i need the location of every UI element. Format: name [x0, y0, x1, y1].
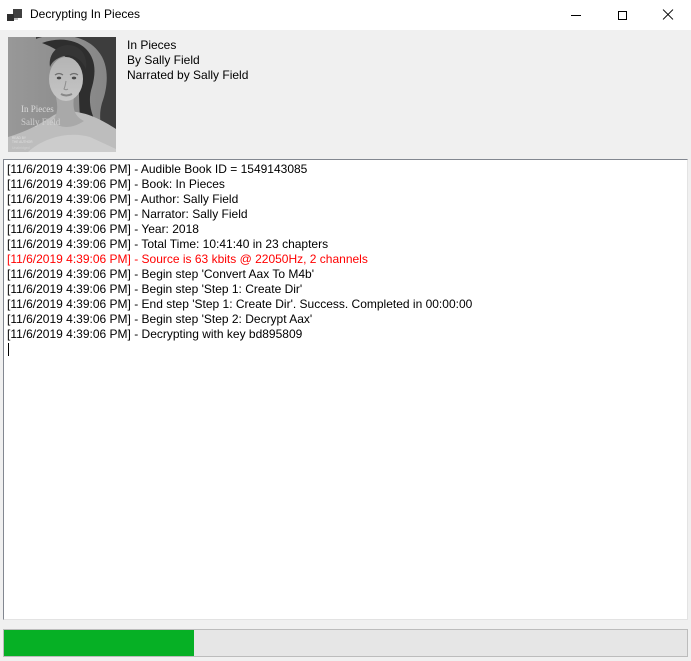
cover-edition-text: Unabridged: [12, 146, 30, 150]
log-line: [11/6/2019 4:39:06 PM] - Narrator: Sally…: [7, 207, 687, 222]
book-title: In Pieces: [127, 38, 248, 53]
log-output: [11/6/2019 4:39:06 PM] - Audible Book ID…: [7, 162, 687, 342]
log-line: [11/6/2019 4:39:06 PM] - Audible Book ID…: [7, 162, 687, 177]
cover-readby-line2: THE AUTHOR: [12, 140, 33, 144]
log-line: [11/6/2019 4:39:06 PM] - Year: 2018: [7, 222, 687, 237]
text-caret: [8, 343, 9, 356]
window-controls: [553, 0, 691, 30]
cover-art-illustration: In Pieces Sally Field READ BY THE AUTHOR…: [8, 37, 116, 152]
progress-fill: [4, 630, 194, 656]
log-line: [11/6/2019 4:39:06 PM] - Book: In Pieces: [7, 177, 687, 192]
book-info: In Pieces By Sally Field Narrated by Sal…: [127, 38, 248, 83]
maximize-button[interactable]: [599, 0, 645, 30]
maximize-icon: [618, 11, 627, 20]
book-author: By Sally Field: [127, 53, 248, 68]
log-line: [11/6/2019 4:39:06 PM] - Begin step 'Con…: [7, 267, 687, 282]
close-icon: [662, 9, 674, 21]
title-bar: Decrypting In Pieces: [0, 0, 691, 30]
minimize-button[interactable]: [553, 0, 599, 30]
log-line: [11/6/2019 4:39:06 PM] - Begin step 'Ste…: [7, 312, 687, 327]
app-window-icon: [7, 7, 23, 23]
cover-author-text: Sally Field: [21, 117, 61, 127]
log-line: [11/6/2019 4:39:06 PM] - Total Time: 10:…: [7, 237, 687, 252]
log-line: [11/6/2019 4:39:06 PM] - Author: Sally F…: [7, 192, 687, 207]
log-line: [11/6/2019 4:39:06 PM] - End step 'Step …: [7, 297, 687, 312]
minimize-icon: [571, 15, 581, 16]
log-line: [11/6/2019 4:39:06 PM] - Source is 63 kb…: [7, 252, 687, 267]
cover-title-text: In Pieces: [21, 104, 54, 114]
log-line: [11/6/2019 4:39:06 PM] - Begin step 'Ste…: [7, 282, 687, 297]
log-textbox[interactable]: [11/6/2019 4:39:06 PM] - Audible Book ID…: [3, 159, 688, 620]
window-title: Decrypting In Pieces: [30, 7, 140, 21]
close-button[interactable]: [645, 0, 691, 30]
book-cover-image: In Pieces Sally Field READ BY THE AUTHOR…: [8, 37, 116, 152]
book-narrator: Narrated by Sally Field: [127, 68, 248, 83]
log-line: [11/6/2019 4:39:06 PM] - Decrypting with…: [7, 327, 687, 342]
app-window: Decrypting In Pieces: [0, 0, 691, 661]
progress-bar: [3, 629, 688, 657]
